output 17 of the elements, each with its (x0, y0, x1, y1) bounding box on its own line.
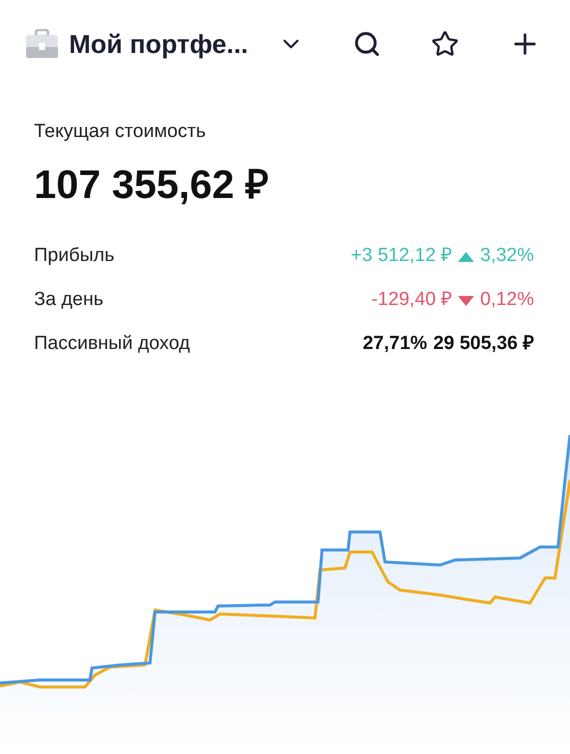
briefcase-icon (25, 29, 59, 59)
stat-label: За день (34, 288, 104, 312)
triangle-up-icon (458, 252, 474, 262)
search-icon (353, 30, 381, 58)
triangle-down-icon (458, 296, 474, 306)
stat-percent: 0,12% (480, 288, 534, 312)
stat-percent: 3,32% (480, 244, 534, 268)
summary-value: 107 355,62 ₽ (34, 162, 270, 208)
stat-percent: 29 505,36 ₽ (433, 332, 534, 356)
star-icon (431, 30, 459, 58)
portfolio-selector[interactable]: Мой портфе... (25, 24, 304, 64)
stat-amount: -129,40 ₽ (371, 288, 452, 312)
summary-label: Текущая стоимость (34, 120, 207, 144)
stat-label: Пассивный доход (34, 332, 190, 356)
stat-amount: +3 512,12 ₽ (350, 244, 452, 268)
stat-amount: 27,71% (362, 332, 428, 356)
stat-label: Прибыль (34, 244, 114, 268)
